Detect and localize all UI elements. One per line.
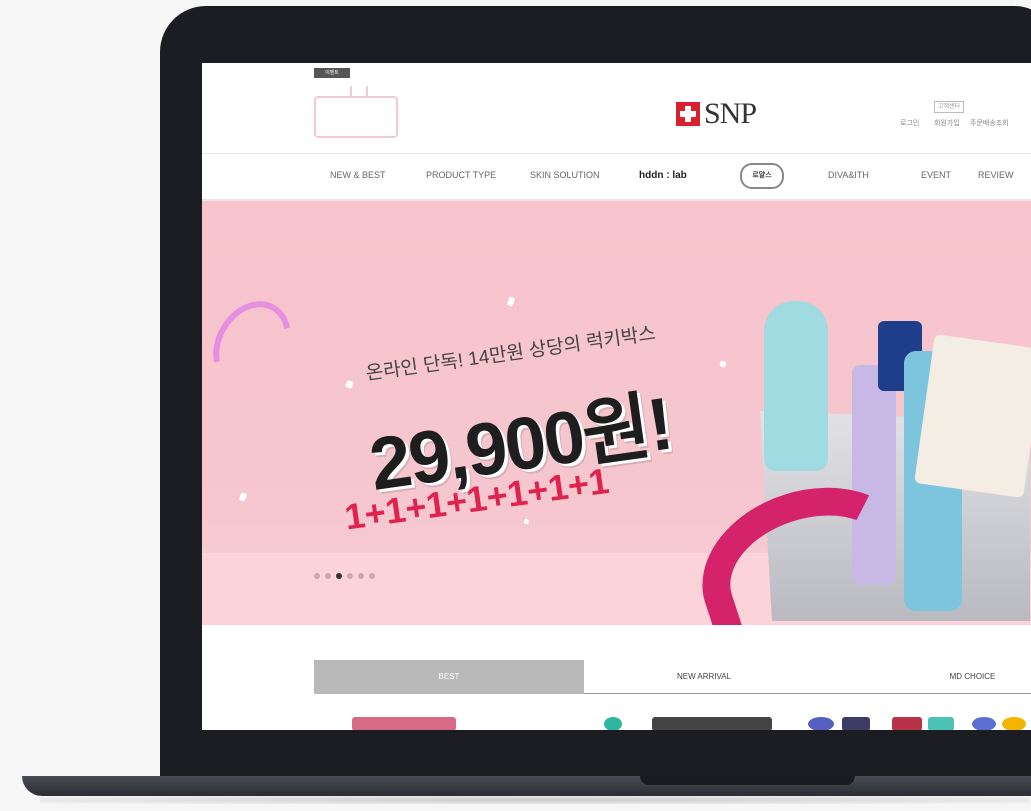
product-thumbnail[interactable] (928, 717, 954, 730)
login-link[interactable]: 로그인 (900, 118, 919, 128)
tab-underline (584, 693, 1031, 694)
slider-dot-icon[interactable] (314, 573, 320, 579)
product-thumbnail[interactable] (892, 717, 922, 730)
nav-item-skin-solution[interactable]: SKIN SOLUTION (530, 170, 600, 180)
slider-dots (314, 573, 375, 579)
browser-screen: 이벤트 SNP 고객센터 로그인 회원가입 주문배송조회 NEW & BEST … (202, 63, 1031, 730)
logo-text: SNP (704, 97, 757, 130)
laptop-shadow (40, 796, 1030, 804)
nav-item-diva-ith[interactable]: DIVA&ITH (828, 170, 869, 180)
product-thumbnail-strip (202, 711, 1031, 730)
ribbon-swirl-decoration (202, 287, 307, 403)
hero-banner[interactable]: 온라인 단독! 14만원 상당의 럭키박스 29,900원! 1+1+1+1+1… (202, 201, 1031, 625)
nav-item-event[interactable]: EVENT (921, 170, 951, 180)
sparkle-decoration (345, 380, 354, 389)
product-thumbnail[interactable] (972, 717, 996, 730)
nav-item-review[interactable]: REVIEW (978, 170, 1014, 180)
nav-item-new-best[interactable]: NEW & BEST (330, 170, 386, 180)
nav-emblem-brand[interactable]: 로얄스 (740, 163, 784, 189)
slider-dot-icon[interactable] (325, 573, 331, 579)
product-thumbnail[interactable] (1002, 717, 1026, 730)
sparkle-decoration (238, 492, 248, 502)
event-badge[interactable]: 이벤트 (314, 68, 350, 78)
slider-dot-icon[interactable] (358, 573, 364, 579)
laptop-base-notch (640, 776, 855, 785)
sparkle-decoration (506, 296, 516, 307)
customer-center-link[interactable]: 고객센터 (934, 101, 964, 113)
product-thumbnail[interactable] (652, 717, 772, 730)
product-thumbnail[interactable] (842, 717, 870, 730)
product-cream-box (914, 334, 1031, 498)
nav-item-product-type[interactable]: PRODUCT TYPE (426, 170, 496, 180)
sparkle-decoration (719, 360, 727, 368)
product-thumbnail[interactable] (604, 717, 622, 730)
product-blue-tube (764, 301, 828, 471)
nav-item-hddn-lab[interactable]: hddn : lab (639, 170, 687, 181)
laptop-base (22, 776, 1031, 796)
slider-dot-icon[interactable] (347, 573, 353, 579)
tab-md-choice[interactable]: MD CHOICE (914, 660, 1031, 694)
slider-dot-icon[interactable] (369, 573, 375, 579)
slider-dot-icon[interactable] (336, 573, 342, 579)
sparkle-decoration (523, 518, 530, 525)
snp-cross-logo-icon (676, 102, 700, 126)
product-thumbnail[interactable] (352, 717, 456, 730)
tv-icon[interactable] (314, 96, 398, 138)
order-tracking-link[interactable]: 주문배송조회 (970, 118, 1009, 128)
signup-link[interactable]: 회원가입 (934, 118, 960, 128)
product-thumbnail[interactable] (808, 717, 834, 730)
site-header: 이벤트 SNP 고객센터 로그인 회원가입 주문배송조회 (202, 63, 1031, 153)
tab-new-arrival[interactable]: NEW ARRIVAL (604, 660, 804, 694)
tab-best[interactable]: BEST (314, 660, 584, 694)
main-nav: NEW & BEST PRODUCT TYPE SKIN SOLUTION hd… (202, 154, 1031, 200)
product-tabs: BEST NEW ARRIVAL MD CHOICE (314, 660, 1031, 694)
site-logo[interactable]: SNP (676, 97, 757, 130)
